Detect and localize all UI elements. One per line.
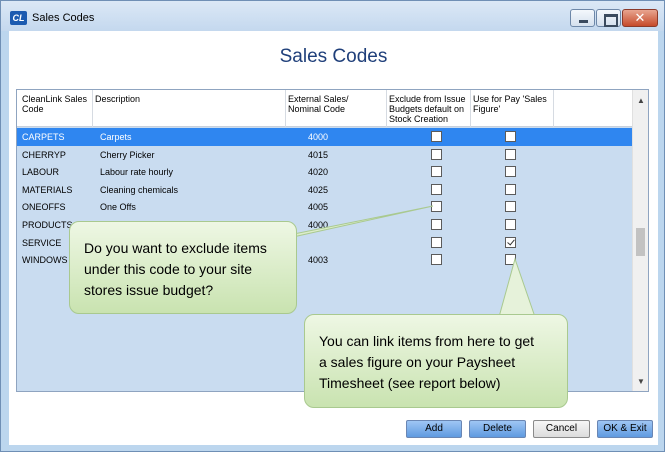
callout-line: Do you want to exclude items: [84, 240, 267, 256]
cell-external-code: 4000: [308, 220, 329, 230]
callout-line: stores issue budget?: [84, 282, 214, 298]
cell-external-code: 4003: [308, 255, 329, 266]
cell-description: Labour rate hourly: [100, 167, 174, 178]
cell-external-code: 4005: [308, 202, 329, 213]
use-pay-checkbox[interactable]: [505, 148, 516, 160]
header-divider[interactable]: [92, 90, 93, 127]
callout-line: a sales figure on your Paysheet: [319, 354, 516, 370]
cell-code: CARPETS: [22, 132, 65, 142]
exclude-checkbox[interactable]: [431, 131, 442, 142]
cell-external-code: 4000: [308, 132, 329, 142]
cell-external-code: 4020: [308, 167, 329, 178]
ok-exit-button-label: OK & Exit: [603, 423, 647, 434]
exclude-checkbox[interactable]: [431, 166, 442, 178]
exclude-checkbox[interactable]: [431, 183, 442, 195]
exclude-checkbox[interactable]: [431, 219, 442, 230]
add-button-label: Add: [425, 423, 443, 434]
table-row[interactable]: CHERRYP Cherry Picker 4015: [17, 146, 632, 164]
window-title: Sales Codes: [32, 12, 95, 24]
app-logo-icon: CL: [10, 11, 27, 25]
table-row[interactable]: CARPETS Carpets 4000: [17, 128, 632, 146]
cell-code: PRODUCTS: [22, 220, 73, 230]
cell-description: Carpets: [100, 132, 132, 142]
scroll-down-icon[interactable]: ▼: [637, 377, 645, 386]
scroll-thumb[interactable]: [636, 228, 645, 256]
use-pay-checkbox[interactable]: [505, 236, 516, 248]
callout-line: You can link items from here to get: [319, 333, 535, 349]
minimize-button[interactable]: [570, 9, 595, 27]
header-external-code[interactable]: External Sales/ Nominal Code: [288, 94, 384, 114]
exclude-checkbox[interactable]: [431, 236, 442, 248]
cell-code: MATERIALS: [22, 184, 73, 195]
cell-code: SERVICE: [22, 237, 62, 248]
callout-line: under this code to your site: [84, 261, 253, 277]
table-row[interactable]: LABOUR Labour rate hourly 4020: [17, 163, 632, 181]
cell-description: Cleaning chemicals: [100, 184, 179, 195]
delete-button[interactable]: Delete: [469, 420, 526, 438]
header-description[interactable]: Description: [95, 94, 275, 104]
sales-codes-window: CL Sales Codes ✕ Sales Codes CleanLink S…: [0, 0, 665, 452]
cell-code: ONEOFFS: [22, 202, 66, 213]
use-pay-checkbox[interactable]: [505, 254, 516, 266]
exclude-hint-callout: Do you want to exclude items under this …: [69, 221, 297, 314]
close-button[interactable]: ✕: [622, 9, 658, 27]
table-row[interactable]: ONEOFFS One Offs 4005: [17, 198, 632, 216]
add-button[interactable]: Add: [406, 420, 462, 438]
delete-button-label: Delete: [483, 423, 512, 434]
exclude-checkbox[interactable]: [431, 201, 442, 213]
maximize-button[interactable]: [596, 9, 621, 27]
cell-external-code: 4025: [308, 184, 329, 195]
exclude-checkbox[interactable]: [431, 254, 442, 266]
exclude-checkbox[interactable]: [431, 148, 442, 160]
header-exclude[interactable]: Exclude from Issue Budgets default on St…: [389, 94, 471, 124]
cell-code: LABOUR: [22, 167, 60, 178]
cancel-button[interactable]: Cancel: [533, 420, 590, 438]
grid-header: CleanLink Sales Code Description Externa…: [17, 90, 632, 127]
cell-description: Cherry Picker: [100, 149, 155, 160]
header-divider[interactable]: [470, 90, 471, 127]
use-pay-checkbox[interactable]: [505, 166, 516, 178]
close-icon: ✕: [634, 10, 646, 25]
title-bar[interactable]: CL Sales Codes ✕: [1, 1, 664, 31]
header-use-pay[interactable]: Use for Pay 'Sales Figure': [473, 94, 551, 114]
table-row[interactable]: MATERIALS Cleaning chemicals 4025: [17, 181, 632, 199]
ok-exit-button[interactable]: OK & Exit: [597, 420, 653, 438]
callout-line: Timesheet (see report below): [319, 375, 501, 391]
use-pay-checkbox[interactable]: [505, 201, 516, 213]
cancel-button-label: Cancel: [545, 423, 578, 434]
vertical-scrollbar[interactable]: ▲ ▼: [632, 90, 648, 391]
use-pay-checkbox[interactable]: [505, 131, 516, 142]
header-divider[interactable]: [285, 90, 286, 127]
cell-code: WINDOWS: [22, 255, 68, 266]
cell-external-code: 4015: [308, 149, 329, 160]
scroll-up-icon[interactable]: ▲: [637, 96, 645, 105]
use-pay-checkbox[interactable]: [505, 183, 516, 195]
header-code[interactable]: CleanLink Sales Code: [22, 94, 88, 114]
header-divider[interactable]: [386, 90, 387, 127]
page-title: Sales Codes: [279, 46, 388, 67]
pay-figure-hint-callout: You can link items from here to get a sa…: [304, 314, 568, 408]
cell-description: One Offs: [100, 202, 136, 213]
cell-code: CHERRYP: [22, 149, 66, 160]
use-pay-checkbox[interactable]: [505, 219, 516, 230]
header-divider[interactable]: [553, 90, 554, 127]
